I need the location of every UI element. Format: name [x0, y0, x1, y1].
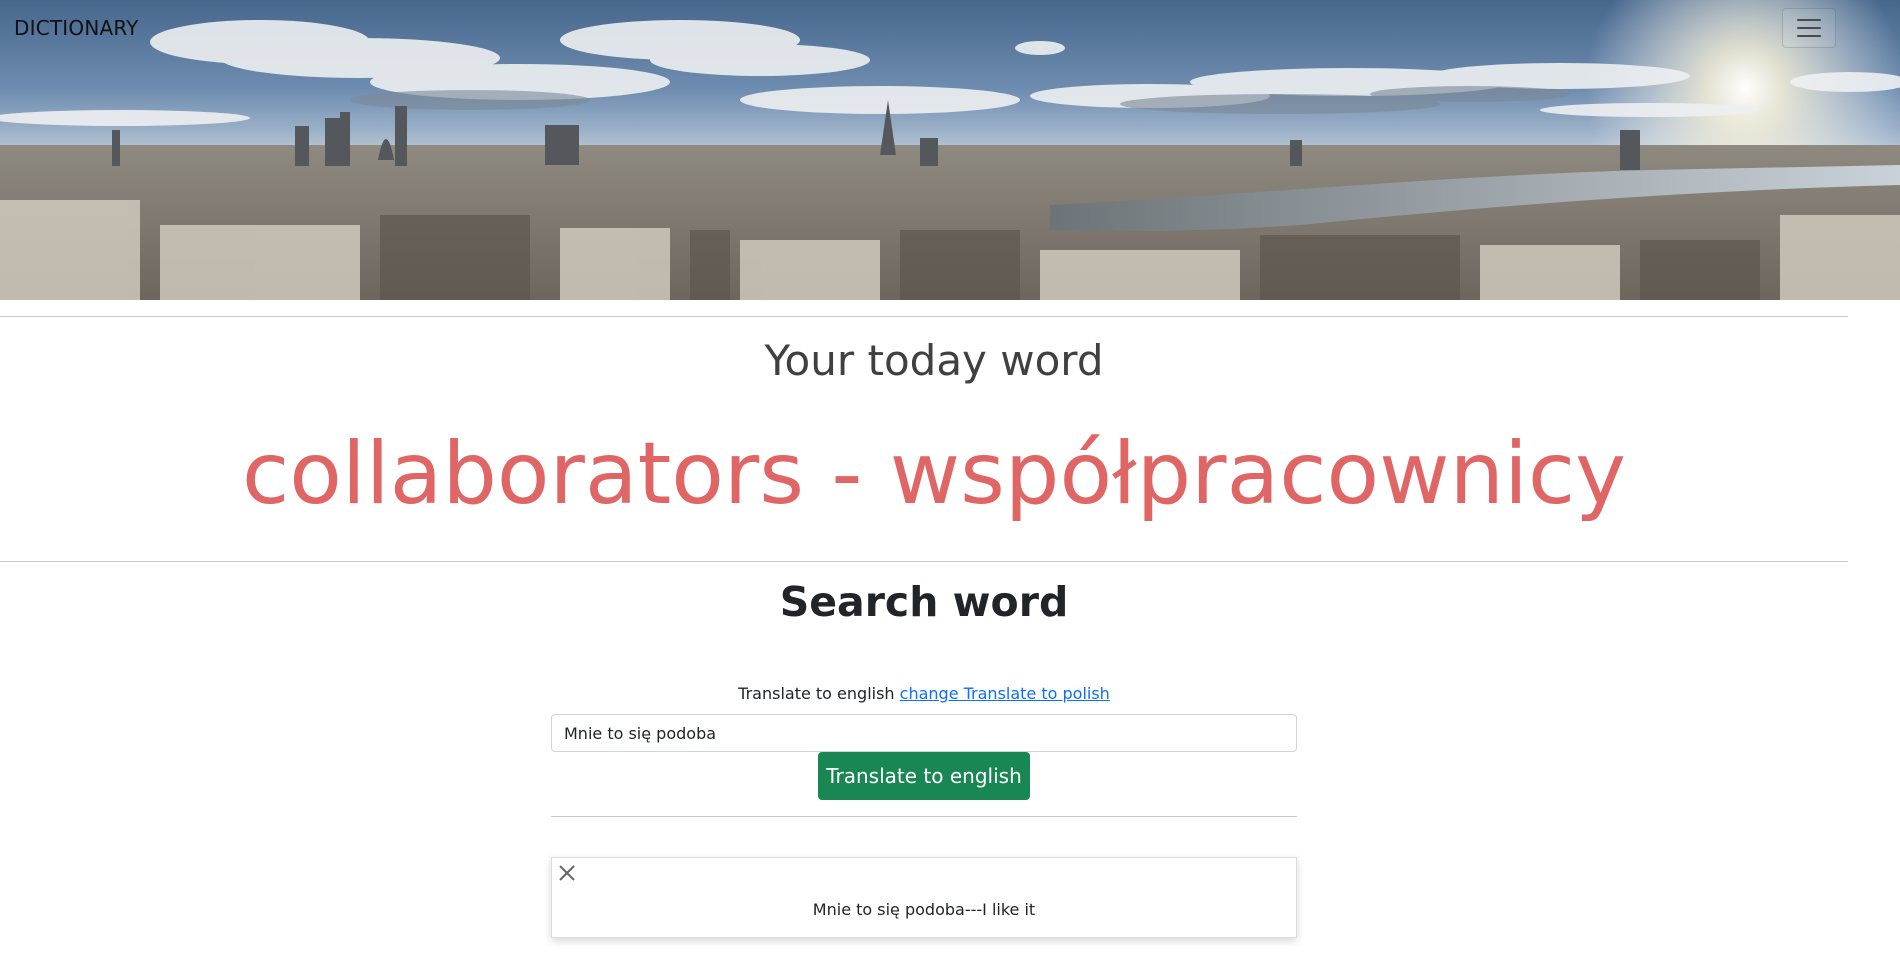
- city-skyline-image: [0, 0, 1900, 300]
- direction-label: Translate to english: [738, 684, 895, 703]
- translation-direction: Translate to english change Translate to…: [0, 684, 1848, 703]
- today-word-value: collaborators - współpracownicy: [241, 424, 1627, 524]
- brand-logo-link[interactable]: DICTIONARY: [14, 16, 139, 40]
- hero-banner: DICTIONARY: [0, 0, 1900, 300]
- change-direction-link[interactable]: change Translate to polish: [900, 684, 1110, 703]
- hamburger-menu-icon: [1797, 19, 1821, 37]
- navbar-toggle-button[interactable]: [1782, 8, 1836, 48]
- word-input[interactable]: [551, 714, 1297, 752]
- divider-middle: [0, 561, 1848, 562]
- translation-result-text: Mnie to się podoba---I like it: [812, 900, 1036, 919]
- today-word-title: Your today word: [764, 336, 1104, 385]
- search-word-title: Search word: [779, 578, 1069, 626]
- result-divider: [551, 816, 1297, 817]
- page: DICTIONARY Your today word collaborators…: [0, 0, 1900, 968]
- translation-result-card: Mnie to się podoba---I like it: [551, 857, 1297, 938]
- close-icon[interactable]: [556, 862, 578, 884]
- divider-top: [0, 316, 1848, 317]
- translate-button[interactable]: Translate to english: [818, 752, 1030, 800]
